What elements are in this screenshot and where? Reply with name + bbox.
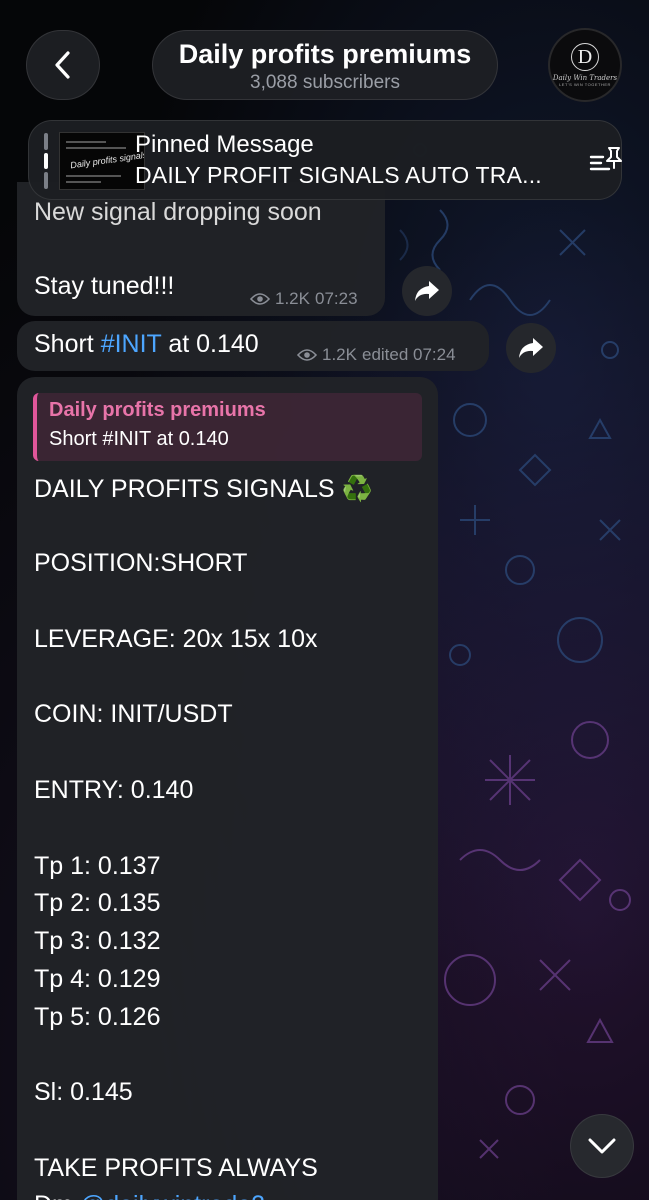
message-text: New signal dropping soon	[34, 198, 322, 226]
message-meta: 1.2K edited 07:24	[297, 345, 456, 365]
signal-position: POSITION:SHORT	[34, 549, 248, 577]
signal-heading: DAILY PROFITS SIGNALS ♻️	[34, 474, 373, 504]
view-count: 1.2K	[275, 289, 310, 308]
message-bubble[interactable]: Daily profits premiums Short #INIT at 0.…	[17, 377, 438, 1200]
recycle-icon: ♻️	[341, 474, 373, 503]
pinned-thumbnail: Daily profits signals	[59, 132, 145, 190]
message-meta: 1.2K 07:23	[250, 289, 358, 309]
contact-handle-link[interactable]: @dailywintrade2	[80, 1191, 265, 1200]
pinned-title: Pinned Message	[135, 131, 314, 158]
reply-quote[interactable]: Daily profits premiums Short #INIT at 0.…	[33, 393, 422, 461]
signal-tp3: Tp 3: 0.132	[34, 927, 161, 955]
hashtag-link[interactable]: #INIT	[101, 330, 162, 358]
message-time: 07:23	[314, 289, 358, 308]
signal-tp5: Tp 5: 0.126	[34, 1003, 161, 1031]
eye-icon	[250, 293, 270, 305]
signal-heading-text: DAILY PROFITS SIGNALS	[34, 475, 335, 503]
share-arrow-icon	[415, 281, 439, 301]
share-button[interactable]	[506, 323, 556, 373]
reply-author: Daily profits premiums	[49, 399, 266, 421]
reply-text: Short #INIT at 0.140	[49, 428, 229, 450]
scroll-down-button[interactable]	[570, 1114, 634, 1178]
message-text-prefix: Short	[34, 330, 101, 358]
chat-header: Daily profits premiums 3,088 subscribers…	[0, 0, 649, 120]
signal-entry: ENTRY: 0.140	[34, 776, 194, 804]
pinned-message-bar[interactable]: Daily profits signals Pinned Message DAI…	[28, 120, 622, 200]
avatar-monogram: D	[571, 43, 599, 71]
message-bubble[interactable]: Short #INIT at 0.140 1.2K edited 07:24	[17, 321, 489, 371]
contact-prefix: Dm	[34, 1191, 73, 1200]
pinned-preview-text: DAILY PROFIT SIGNALS AUTO TRA...	[135, 162, 542, 188]
channel-title-button[interactable]: Daily profits premiums 3,088 subscribers	[152, 30, 498, 100]
share-arrow-icon	[519, 338, 543, 358]
signal-take-profits: TAKE PROFITS ALWAYS	[34, 1154, 318, 1182]
signal-stop-loss: Sl: 0.145	[34, 1078, 133, 1106]
signal-contact: Dm @dailywintrade2	[34, 1191, 265, 1200]
message-text-suffix: at 0.140	[161, 330, 259, 358]
subscriber-count: 3,088 subscribers	[250, 72, 400, 93]
view-count: 1.2K	[322, 345, 357, 364]
signal-leverage: LEVERAGE: 20x 15x 10x	[34, 625, 318, 653]
pin-list-icon[interactable]	[589, 146, 623, 176]
signal-tp1: Tp 1: 0.137	[34, 852, 161, 880]
chevron-left-icon	[55, 51, 70, 79]
signal-tp2: Tp 2: 0.135	[34, 889, 161, 917]
avatar-brand-text: Daily Win Traders	[552, 74, 618, 82]
channel-avatar[interactable]: D Daily Win Traders LET'S WIN TOGETHER	[548, 28, 622, 102]
avatar-tagline: LET'S WIN TOGETHER	[559, 82, 611, 87]
message-text: Short #INIT at 0.140	[34, 330, 259, 359]
signal-tp4: Tp 4: 0.129	[34, 965, 161, 993]
message-text: Stay tuned!!!	[34, 272, 175, 300]
channel-title: Daily profits premiums	[178, 39, 472, 69]
back-button[interactable]	[26, 30, 100, 100]
message-bubble[interactable]: New signal dropping soon Stay tuned!!! 1…	[17, 182, 385, 316]
message-time: edited 07:24	[361, 345, 456, 364]
thumbnail-label: Daily profits signals	[69, 149, 145, 171]
signal-coin: COIN: INIT/USDT	[34, 700, 233, 728]
pinned-indicator	[44, 133, 48, 190]
chevron-down-icon	[588, 1138, 616, 1154]
share-button[interactable]	[402, 266, 452, 316]
eye-icon	[297, 349, 317, 361]
